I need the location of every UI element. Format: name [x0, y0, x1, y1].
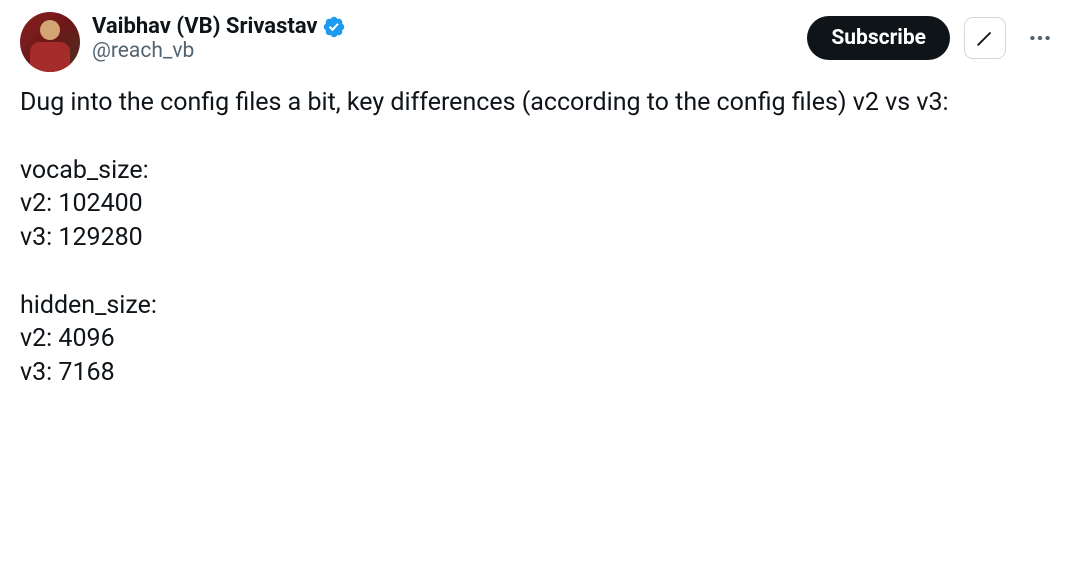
- user-handle[interactable]: @reach_vb: [92, 39, 795, 63]
- grok-icon: [974, 27, 996, 49]
- verified-badge-icon: [322, 15, 346, 39]
- subscribe-button[interactable]: Subscribe: [807, 16, 950, 60]
- header-actions: Subscribe: [807, 12, 1060, 60]
- more-options-button[interactable]: [1020, 18, 1060, 58]
- tweet-container: Vaibhav (VB) Srivastav @reach_vb Subscri…: [0, 0, 1080, 402]
- avatar[interactable]: [20, 12, 80, 72]
- display-name[interactable]: Vaibhav (VB) Srivastav: [92, 14, 318, 39]
- more-icon: [1027, 25, 1053, 51]
- grok-button[interactable]: [964, 17, 1006, 59]
- tweet-header: Vaibhav (VB) Srivastav @reach_vb Subscri…: [20, 12, 1060, 72]
- tweet-text: Dug into the config files a bit, key dif…: [20, 86, 1060, 390]
- user-info: Vaibhav (VB) Srivastav @reach_vb: [92, 12, 795, 63]
- display-name-row: Vaibhav (VB) Srivastav: [92, 14, 795, 39]
